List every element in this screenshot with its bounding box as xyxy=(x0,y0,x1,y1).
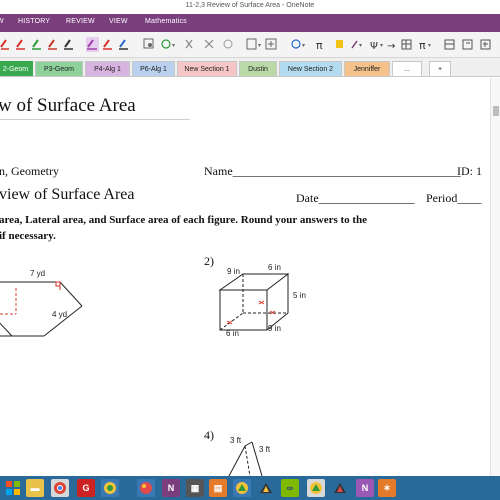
section-tabs: 2-Geom P3-Geom P4-Alg 1 P6-Alg 1 New Sec… xyxy=(0,58,500,77)
pi-icon[interactable]: π xyxy=(316,39,323,52)
fig4-right-label: 3 ft xyxy=(259,445,271,454)
menu-view[interactable]: VIEW xyxy=(109,18,128,25)
ink-to-text-icon[interactable] xyxy=(265,38,277,50)
fig2-left-top-label: 9 in xyxy=(227,267,240,276)
calculator-icon[interactable] xyxy=(462,39,473,50)
pen-red-icon[interactable] xyxy=(16,39,25,50)
window-title-bar: 11-2,3 Review of Surface Area - OneNote xyxy=(0,0,500,14)
chrome-icon[interactable] xyxy=(51,479,69,497)
lasso-icon[interactable] xyxy=(143,38,154,49)
arrow-icon[interactable]: → xyxy=(387,41,395,52)
math-icon[interactable]: ▾ xyxy=(291,39,305,49)
folder-icon[interactable]: ▬ xyxy=(26,479,44,497)
section-tab-2-geom[interactable]: 2-Geom xyxy=(0,61,33,76)
camera-icon[interactable] xyxy=(257,479,275,497)
onenote-icon[interactable] xyxy=(331,479,349,497)
menu-mathematics[interactable]: Mathematics xyxy=(145,18,187,25)
trophy-icon[interactable] xyxy=(101,479,119,497)
section-tab-jenniffer[interactable]: Jenniffer xyxy=(344,61,390,76)
section-tabs-overflow[interactable]: ... xyxy=(392,61,422,76)
onenote-icon[interactable]: N xyxy=(356,479,374,497)
media-icon[interactable]: G xyxy=(77,479,95,497)
smartboard-icon[interactable]: ▤ xyxy=(209,479,227,497)
ribbon-toolbar: ▾ ▾ ▾ π ▾ Ψ ▾ → π ▾ xyxy=(0,32,500,58)
section-tab-p6-alg1[interactable]: P6-Alg 1 xyxy=(132,61,175,76)
pen-blue-icon[interactable] xyxy=(119,39,128,50)
svg-text:→: → xyxy=(387,41,395,52)
fig2-right-label: 5 in xyxy=(293,291,306,300)
menu-history[interactable]: HISTORY xyxy=(18,18,50,25)
scrollbar-thumb[interactable] xyxy=(493,106,499,116)
pen-red-icon[interactable] xyxy=(48,39,57,50)
fig1-side-label: 4 yd xyxy=(52,310,67,319)
shape-circle-icon[interactable]: ▾ xyxy=(161,39,175,49)
window-title: 11-2,3 Review of Surface Area - OneNote xyxy=(185,2,315,9)
section-tab-dustin[interactable]: Dustin xyxy=(239,61,277,76)
ribbon-menu-bar: W HISTORY REVIEW VIEW Mathematics xyxy=(0,14,500,32)
section-tab-new-section-2[interactable]: New Section 2 xyxy=(279,61,342,76)
math-symbols-icon[interactable]: Ψ ▾ xyxy=(370,41,383,52)
section-tab-p3-geom[interactable]: P3-Geom xyxy=(35,61,83,76)
svg-text:▾: ▾ xyxy=(172,42,175,49)
windows-taskbar: ▬ G N ▦ ▤ ∞ N ✶ xyxy=(0,476,500,500)
pen-red-icon[interactable] xyxy=(103,39,112,50)
menu-partial[interactable]: W xyxy=(0,18,4,25)
fig1-top-label: 7 yd xyxy=(30,269,45,278)
glasses-icon[interactable] xyxy=(233,479,251,497)
fig2-bottom-right-label: 9 in xyxy=(268,324,281,333)
pen-dropdown-icon[interactable]: ▾ xyxy=(351,40,362,49)
highlighter-icon[interactable] xyxy=(336,40,343,48)
fig2-bottom-left-label: 6 in xyxy=(226,329,239,338)
vertical-scrollbar[interactable] xyxy=(490,78,500,476)
grid-icon[interactable] xyxy=(401,39,412,50)
pen-green-icon[interactable] xyxy=(32,39,41,50)
svg-text:Ψ: Ψ xyxy=(370,41,378,52)
svg-text:▾: ▾ xyxy=(428,42,431,49)
figure-2-rectangular-prism xyxy=(218,273,290,331)
section-tab-new-section-1[interactable]: New Section 1 xyxy=(177,61,237,76)
svg-text:π: π xyxy=(419,39,426,52)
geogebra-icon[interactable]: ∞ xyxy=(281,479,299,497)
figure-4-pyramid xyxy=(228,441,263,476)
fig2-top-label: 6 in xyxy=(268,263,281,272)
svg-text:▾: ▾ xyxy=(258,42,261,49)
svg-text:▾: ▾ xyxy=(380,42,383,49)
note-page: w of Surface Area n, Geometry Name______… xyxy=(0,78,500,476)
onenote-icon[interactable]: N xyxy=(162,479,180,497)
pen-black-icon[interactable] xyxy=(64,39,73,50)
insert-space-icon[interactable]: ▾ xyxy=(246,38,261,50)
figure-1-prism xyxy=(0,281,83,337)
pi-menu-icon[interactable]: π ▾ xyxy=(419,39,431,52)
start-icon[interactable] xyxy=(4,479,22,497)
calculator-icon[interactable]: ▦ xyxy=(186,479,204,497)
matrix-icon[interactable] xyxy=(444,39,455,50)
svg-text:▾: ▾ xyxy=(302,42,305,49)
eraser-x-icon[interactable] xyxy=(185,39,214,49)
pen-purple-icon[interactable] xyxy=(86,37,99,52)
menu-review[interactable]: REVIEW xyxy=(66,18,95,25)
fig4-left-label: 3 ft xyxy=(230,436,242,445)
add-section-button[interactable]: + xyxy=(429,61,451,76)
svg-text:▾: ▾ xyxy=(359,42,362,49)
section-tab-p4-alg1[interactable]: P4-Alg 1 xyxy=(85,61,130,76)
paint-icon[interactable] xyxy=(137,479,155,497)
word-icon[interactable] xyxy=(307,479,325,497)
svg-text:π: π xyxy=(316,39,323,52)
plus-box-icon[interactable] xyxy=(480,39,491,50)
flame-icon[interactable]: ✶ xyxy=(378,479,396,497)
pen-red-icon[interactable] xyxy=(0,39,9,50)
shape-circle-icon[interactable] xyxy=(223,39,233,49)
